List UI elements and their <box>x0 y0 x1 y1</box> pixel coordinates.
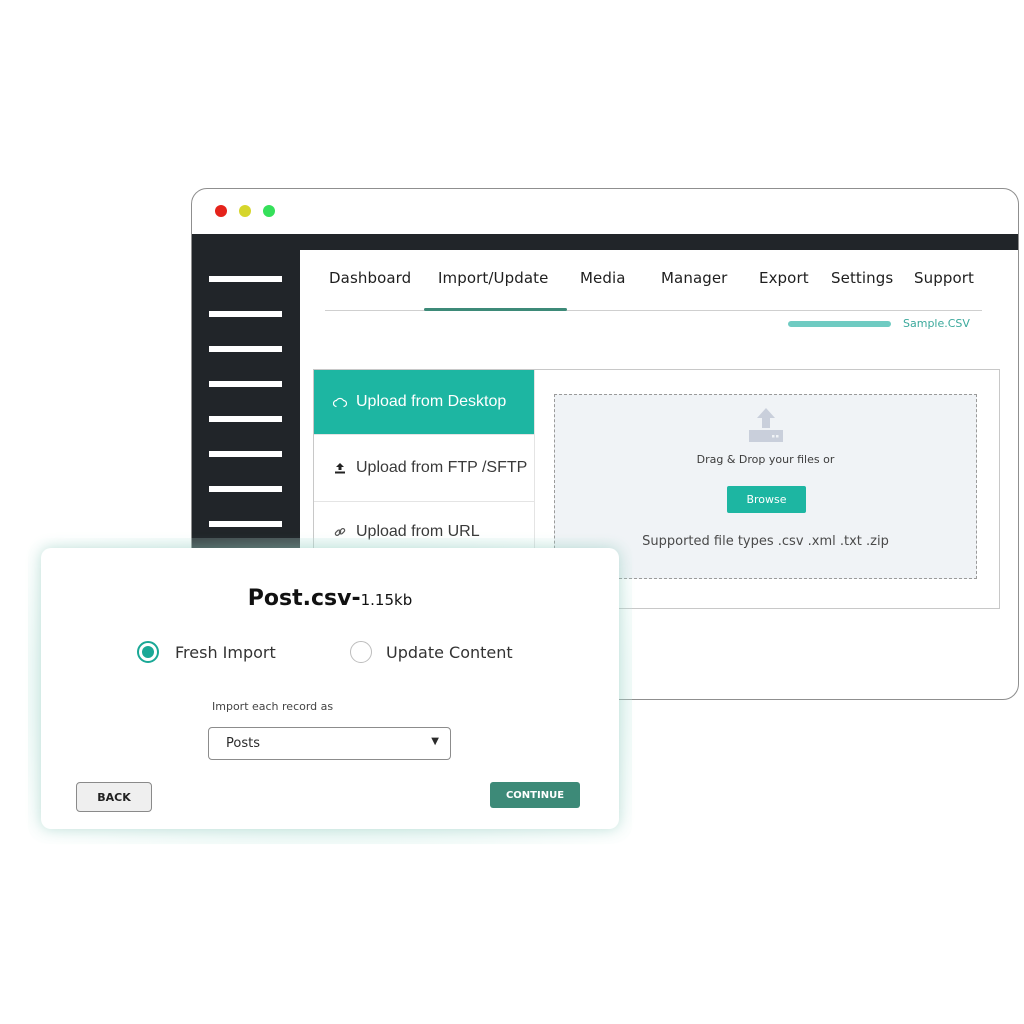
maximize-window-button[interactable] <box>263 205 275 217</box>
sidebar-item[interactable] <box>209 311 282 317</box>
upload-tab-desktop-label: Upload from Desktop <box>356 393 507 410</box>
tab-support[interactable]: Support <box>914 269 974 287</box>
update-content-label[interactable]: Update Content <box>386 643 513 662</box>
sidebar-item[interactable] <box>209 451 282 457</box>
dialog-title: Post.csv-1.15kb <box>41 586 619 611</box>
tab-import-update[interactable]: Import/Update <box>438 269 548 287</box>
browse-button[interactable]: Browse <box>727 486 806 513</box>
update-content-radio[interactable] <box>350 641 372 663</box>
fresh-import-label[interactable]: Fresh Import <box>175 643 276 662</box>
upload-file-name: Sample.CSV <box>903 317 970 330</box>
file-size: 1.15kb <box>360 591 413 609</box>
upload-icon <box>332 460 348 476</box>
minimize-window-button[interactable] <box>239 205 251 217</box>
dropzone-instruction: Drag & Drop your files or <box>696 453 835 466</box>
sidebar-item[interactable] <box>209 486 282 492</box>
sidebar-item[interactable] <box>209 416 282 422</box>
tab-export[interactable]: Export <box>759 269 809 287</box>
sidebar-item[interactable] <box>209 381 282 387</box>
upload-tray-icon <box>749 408 783 442</box>
tab-media[interactable]: Media <box>580 269 626 287</box>
tab-settings[interactable]: Settings <box>831 269 893 287</box>
close-window-button[interactable] <box>215 205 227 217</box>
record-type-value: Posts <box>226 736 260 751</box>
record-type-label: Import each record as <box>212 700 334 713</box>
upload-progress-bar <box>788 321 891 327</box>
import-options-dialog: Post.csv-1.15kb Fresh Import Update Cont… <box>41 548 619 829</box>
tab-dashboard[interactable]: Dashboard <box>329 269 411 287</box>
back-button[interactable]: BACK <box>76 782 152 812</box>
sidebar-item[interactable] <box>209 521 282 527</box>
file-name: Post.csv- <box>247 586 361 611</box>
sidebar-item[interactable] <box>209 346 282 352</box>
chevron-down-icon: ▼ <box>431 736 439 747</box>
continue-button[interactable]: CONTINUE <box>490 782 580 808</box>
sidebar-item[interactable] <box>209 276 282 282</box>
upload-tab-desktop[interactable]: Upload from Desktop <box>314 370 535 434</box>
fresh-import-radio[interactable] <box>137 641 159 663</box>
cloud-upload-icon <box>332 394 348 410</box>
top-bar <box>192 234 1018 250</box>
record-type-select[interactable]: Posts ▼ <box>208 727 451 760</box>
active-tab-indicator <box>424 308 567 311</box>
upload-tab-ftp[interactable]: Upload from FTP /SFTP <box>314 434 535 501</box>
tab-manager[interactable]: Manager <box>661 269 727 287</box>
upload-tab-ftp-label: Upload from FTP /SFTP <box>356 459 528 476</box>
